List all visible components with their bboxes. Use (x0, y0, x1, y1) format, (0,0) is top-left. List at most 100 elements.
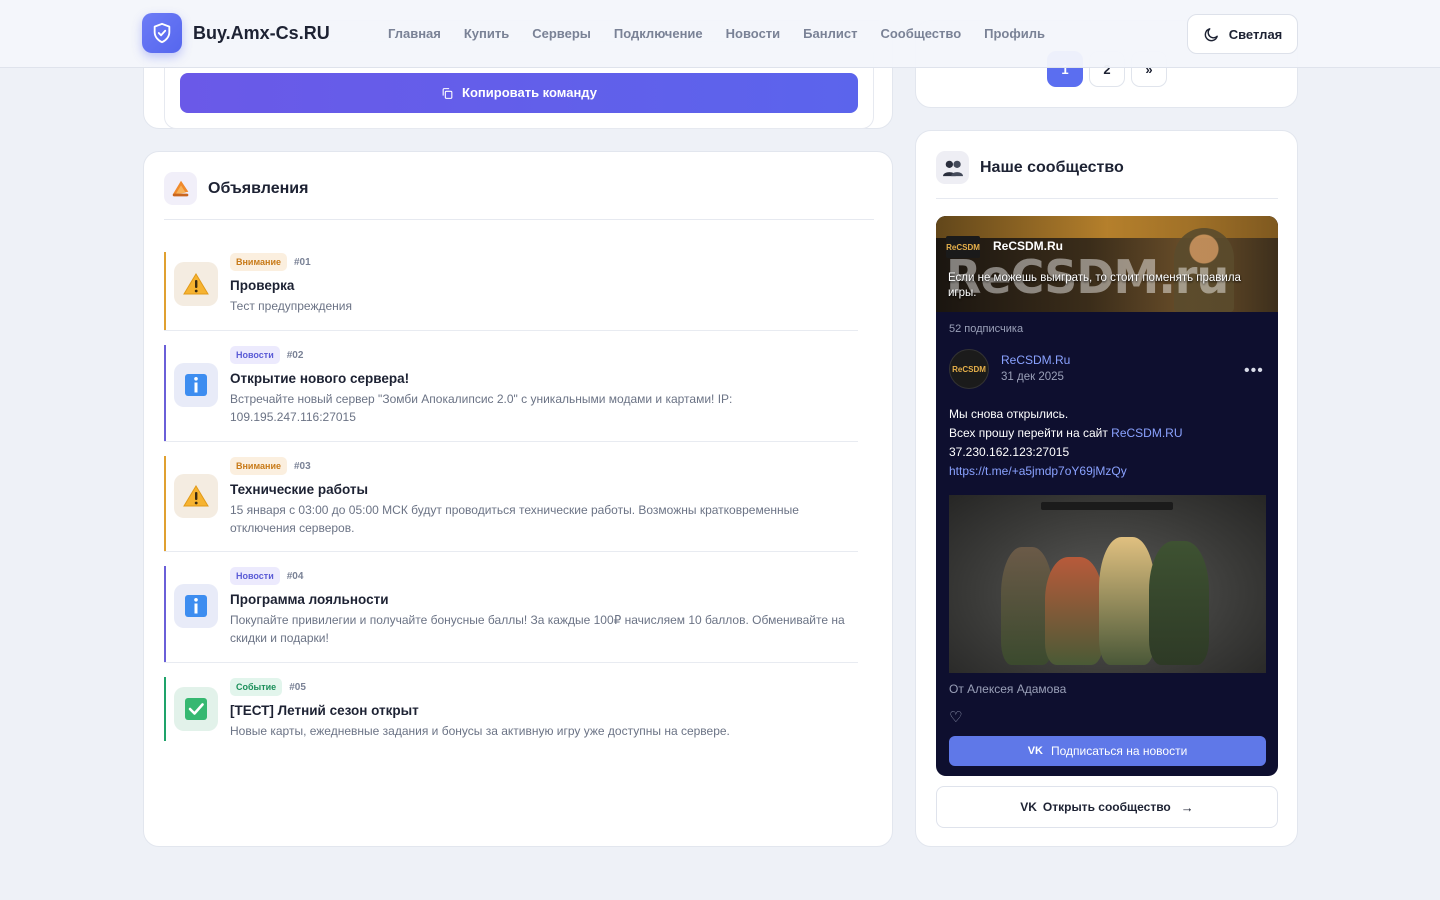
announcement-text: Новые карты, ежедневные задания и бонусы… (230, 724, 730, 738)
badge-event: Событие (230, 678, 283, 696)
vk-subscribe-label: Подписаться на новости (1051, 744, 1188, 758)
community-title: Наше сообщество (980, 158, 1124, 176)
badge-news: Новости (230, 567, 280, 585)
announcement-item[interactable]: Внимание #03 Технические работы 15 январ… (164, 456, 858, 552)
check-icon (174, 687, 218, 731)
announcement-item[interactable]: Новости #04 Программа лояльности Покупай… (164, 566, 858, 662)
vk-post-line-prefix: Всех прошу перейти на сайт (949, 426, 1112, 440)
accent-bar (164, 677, 166, 741)
nav-news[interactable]: Новости (726, 26, 781, 41)
warning-icon (174, 262, 218, 306)
nav-banlist[interactable]: Банлист (803, 26, 857, 41)
chibi-figure (1149, 541, 1209, 665)
copy-icon (442, 88, 453, 99)
theme-toggle-button[interactable]: Светлая (1187, 14, 1298, 54)
theme-label: Светлая (1228, 26, 1283, 42)
announcement-text: Тест предупреждения (230, 299, 352, 313)
announcement-body: Внимание #03 Технические работы 15 январ… (230, 456, 850, 537)
announcement-item[interactable]: Внимание #01 Проверка Тест предупреждени… (164, 252, 858, 330)
chibi-figure (1099, 537, 1155, 665)
nav-connect[interactable]: Подключение (614, 26, 703, 41)
vk-logo-icon: VK (1027, 745, 1043, 757)
announcement-text: Покупайте привилегии и получайте бонусны… (230, 613, 845, 645)
accent-bar (164, 345, 166, 441)
vk-post-text: Мы снова открылись. Всех прошу перейти н… (949, 405, 1269, 481)
announcement-title: Проверка (230, 278, 295, 293)
nav-community[interactable]: Сообщество (880, 26, 961, 41)
announcement-number: #01 (294, 256, 311, 268)
nav-buy[interactable]: Купить (464, 26, 509, 41)
announcement-item[interactable]: Новости #02 Открытие нового сервера! Вст… (164, 345, 858, 441)
logo-icon[interactable] (142, 13, 182, 53)
vk-post-image[interactable] (949, 495, 1266, 673)
announcement-title: Программа лояльности (230, 592, 389, 607)
vk-cover-image[interactable]: ReCSDM.ru ReCSDM ReCSDM.Ru Если не можеш… (936, 216, 1278, 312)
badge-news: Новости (230, 346, 280, 364)
row-divider (164, 330, 858, 331)
accent-bar (164, 456, 166, 552)
announcement-item[interactable]: Событие #05 [ТЕСТ] Летний сезон открыт Н… (164, 677, 858, 741)
accent-bar (164, 252, 166, 330)
warning-icon (174, 474, 218, 518)
row-divider (164, 441, 858, 442)
announcement-number: #03 (294, 460, 311, 472)
open-community-button[interactable]: VK Открыть сообщество → (936, 786, 1278, 828)
vk-logo-icon: VK (1020, 800, 1037, 814)
image-caption-bar (1041, 502, 1173, 510)
info-icon (174, 363, 218, 407)
announcements-title: Объявления (208, 179, 309, 197)
arrow-right-icon: → (1180, 799, 1194, 815)
shield-check-icon (153, 22, 171, 44)
vk-post-line: 37.230.162.123:27015 (949, 445, 1070, 459)
announcement-body: Внимание #01 Проверка Тест предупреждени… (230, 252, 850, 315)
top-header: Buy.Amx-Cs.RU Главная Купить Серверы Под… (0, 0, 1440, 68)
announcements-card: Объявления Внимание #01 Проверка Тест пр… (143, 151, 893, 847)
announcement-title: Открытие нового сервера! (230, 371, 410, 386)
vk-post-date[interactable]: 31 дек 2025 (1001, 371, 1064, 383)
more-options-icon[interactable]: ••• (1244, 362, 1264, 380)
vk-avatar[interactable]: ReCSDM (949, 349, 989, 389)
announcement-body: Событие #05 [ТЕСТ] Летний сезон открыт Н… (230, 677, 850, 740)
heart-icon[interactable]: ♡ (949, 708, 962, 726)
brand-name[interactable]: Buy.Amx-Cs.RU (193, 23, 330, 44)
vk-subscribers-count[interactable]: 52 подписчика (949, 323, 1023, 335)
community-header: Наше сообщество (936, 151, 1124, 184)
announcement-body: Новости #02 Открытие нового сервера! Вст… (230, 345, 850, 426)
announcement-title: Технические работы (230, 482, 368, 497)
announcement-number: #04 (286, 570, 304, 582)
open-community-label: Открыть сообщество (1042, 800, 1171, 814)
vk-subscribe-button[interactable]: VK Подписаться на новости (949, 736, 1266, 766)
vk-post-site-link[interactable]: ReCSDM.RU (1111, 426, 1182, 440)
announcement-number: #02 (286, 349, 304, 361)
announcement-text: 15 января с 03:00 до 05:00 МСК будут про… (230, 503, 799, 535)
announcement-number: #05 (289, 681, 306, 693)
announcement-text: Встречайте новый сервер "Зомби Апокалипс… (230, 392, 733, 424)
row-divider (164, 662, 858, 663)
moon-icon (1204, 27, 1218, 41)
nav-servers[interactable]: Серверы (532, 26, 591, 41)
info-icon (174, 584, 218, 628)
nav-profile[interactable]: Профиль (984, 26, 1045, 41)
vk-post-line: Мы снова открылись. (949, 407, 1069, 421)
vk-post-author[interactable]: ReCSDM.Ru (1001, 353, 1070, 367)
announcement-body: Новости #04 Программа лояльности Покупай… (230, 566, 850, 647)
main-nav: Главная Купить Серверы Подключение Новос… (388, 26, 1045, 41)
accent-bar (164, 566, 166, 662)
nav-home[interactable]: Главная (388, 26, 441, 41)
copy-command-button[interactable]: Копировать команду (180, 73, 858, 113)
vk-group-name[interactable]: ReCSDM.Ru (993, 239, 1063, 253)
badge-warning: Внимание (230, 253, 287, 271)
section-divider (936, 198, 1278, 199)
megaphone-icon (164, 172, 197, 205)
vk-cover-slogan: Если не можешь выиграть, то стоит поменя… (948, 272, 1241, 299)
row-divider (164, 551, 858, 552)
badge-warning: Внимание (230, 457, 287, 475)
vk-post-telegram-link[interactable]: https://t.me/+a5jmdp7oY69jMzQy (949, 462, 1269, 481)
section-divider (164, 219, 874, 220)
announcements-header: Объявления (164, 172, 308, 205)
vk-post-from: От Алексея Адамова (949, 682, 1067, 696)
chibi-figure (1045, 557, 1103, 665)
community-card: Наше сообщество ReCSDM.ru ReCSDM ReCSDM.… (915, 130, 1298, 847)
copy-command-label: Копировать команду (462, 85, 597, 100)
announcement-title: [ТЕСТ] Летний сезон открыт (230, 703, 419, 718)
